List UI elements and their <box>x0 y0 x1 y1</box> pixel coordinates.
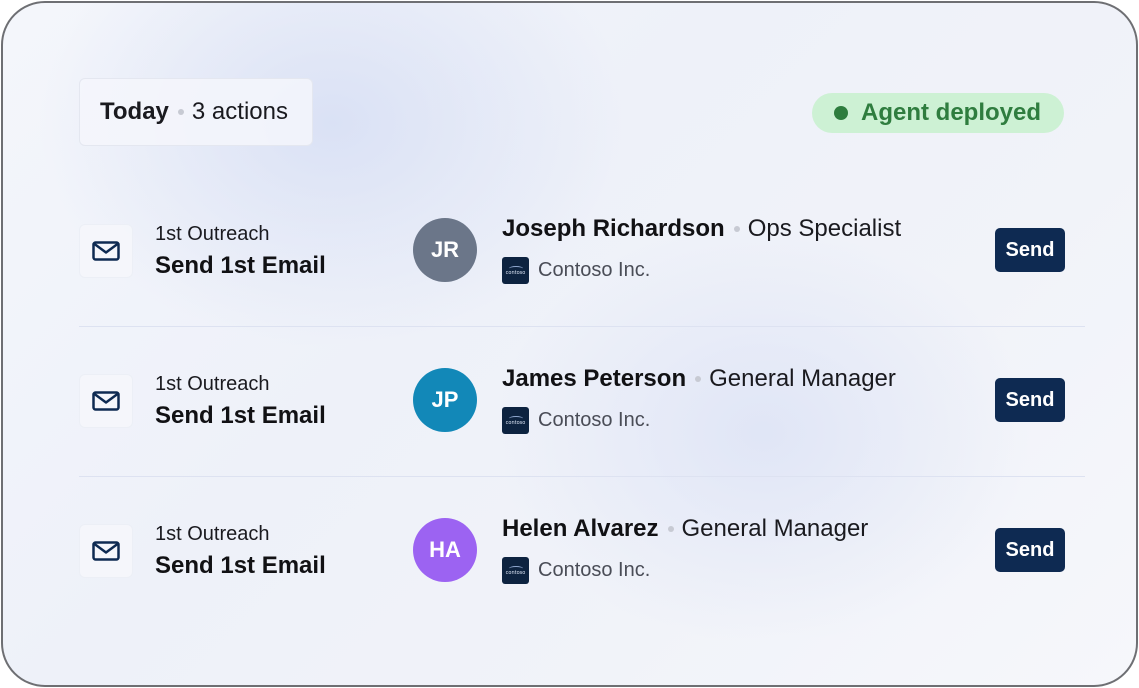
separator-dot <box>695 376 702 382</box>
mail-icon <box>79 524 133 578</box>
contoso-logo: contoso <box>502 407 529 434</box>
today-summary: Today 3 actions <box>79 78 313 146</box>
company-line: contoso Contoso Inc. <box>502 407 650 434</box>
mail-icon <box>79 374 133 428</box>
contact-role: General Manager <box>681 515 869 542</box>
company-name: Contoso Inc. <box>538 409 651 431</box>
step-title: Send 1st Email <box>155 402 326 429</box>
company-line: contoso Contoso Inc. <box>502 557 650 584</box>
status-dot-icon <box>834 106 848 120</box>
avatar: JP <box>413 368 477 432</box>
step-label: 1st Outreach <box>155 523 270 545</box>
avatar: JR <box>413 218 477 282</box>
contact-role: General Manager <box>709 365 896 392</box>
action-row: 1st Outreach Send 1st Email JR Joseph Ri… <box>3 179 1136 329</box>
contact-name: James Peterson <box>502 365 687 392</box>
mail-icon <box>79 224 133 278</box>
row-divider <box>79 326 1085 327</box>
today-label: Today <box>100 98 169 125</box>
send-button[interactable]: Send <box>995 378 1065 422</box>
company-name: Contoso Inc. <box>538 559 651 581</box>
contact-line: Helen Alvarez General Manager <box>502 515 868 543</box>
row-divider <box>79 476 1085 477</box>
action-row: 1st Outreach Send 1st Email JP James Pet… <box>3 329 1136 479</box>
step-label: 1st Outreach <box>155 373 270 395</box>
company-name: Contoso Inc. <box>538 259 651 281</box>
action-row: 1st Outreach Send 1st Email HA Helen Alv… <box>3 479 1136 629</box>
send-button[interactable]: Send <box>995 528 1065 572</box>
separator-dot <box>177 109 184 115</box>
contact-line: James Peterson General Manager <box>502 365 896 393</box>
contact-line: Joseph Richardson Ops Specialist <box>502 215 901 243</box>
contact-name: Joseph Richardson <box>502 215 725 242</box>
send-button[interactable]: Send <box>995 228 1065 272</box>
step-title: Send 1st Email <box>155 552 326 579</box>
contoso-logo: contoso <box>502 557 529 584</box>
status-label: Agent deployed <box>861 99 1042 126</box>
actions-count: 3 actions <box>191 98 288 125</box>
separator-dot <box>667 526 674 532</box>
contact-role: Ops Specialist <box>747 215 902 242</box>
avatar: HA <box>413 518 477 582</box>
step-label: 1st Outreach <box>155 223 270 245</box>
status-badge: Agent deployed <box>812 93 1064 133</box>
company-line: contoso Contoso Inc. <box>502 257 650 284</box>
separator-dot <box>733 226 740 232</box>
contact-name: Helen Alvarez <box>502 515 659 542</box>
actions-card: Today 3 actions Agent deployed 1st Outre… <box>1 1 1138 687</box>
step-title: Send 1st Email <box>155 252 326 279</box>
contoso-logo: contoso <box>502 257 529 284</box>
